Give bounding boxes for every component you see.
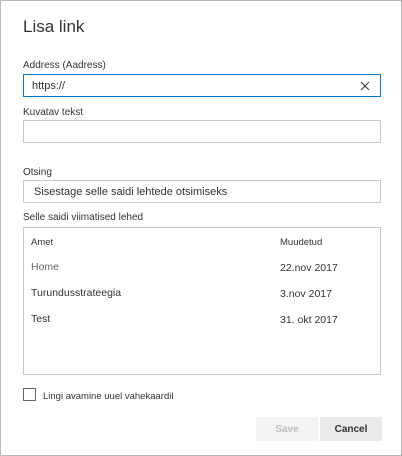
dialog-title: Lisa link [23,17,85,36]
list-item[interactable]: Turundusstrateegia 3.nov 2017 [24,284,380,306]
address-label: Address (Aadress) [23,60,106,71]
display-text-input[interactable] [32,124,352,140]
page-modified: 3.nov 2017 [280,288,332,300]
search-label: Otsing [23,167,52,178]
page-name[interactable]: Home [31,261,59,273]
address-input[interactable] [32,78,352,94]
address-field[interactable] [23,74,381,97]
page-modified: 31. okt 2017 [280,314,338,326]
add-link-dialog: Lisa link Address (Aadress) Kuvatav teks… [0,0,402,456]
column-header-name: Amet [31,237,54,248]
search-field[interactable]: Sisestage selle saidi lehtede otsimiseks [23,180,381,203]
page-name[interactable]: Test [31,313,50,325]
new-tab-checkbox[interactable] [23,388,36,401]
new-tab-label[interactable]: Lingi avamine uuel vahekaardil [43,391,173,402]
save-button[interactable]: Save [256,417,318,441]
list-item[interactable]: Test 31. okt 2017 [24,310,380,332]
display-text-field[interactable] [23,120,381,143]
cancel-button[interactable]: Cancel [320,417,382,441]
page-name[interactable]: Turundusstrateegia [31,287,121,299]
clear-icon[interactable] [356,77,374,95]
display-text-label: Kuvatav tekst [23,107,84,118]
column-header-modified: Muudetud [280,237,323,248]
search-placeholder: Sisestage selle saidi lehtede otsimiseks [34,186,228,198]
page-modified: 22.nov 2017 [280,262,338,274]
list-item[interactable]: Home 22.nov 2017 [24,258,380,280]
recent-pages-list: Amet Muudetud Home 22.nov 2017 Turunduss… [23,227,381,375]
recent-pages-label: Selle saidi viimatised lehed [23,212,144,223]
